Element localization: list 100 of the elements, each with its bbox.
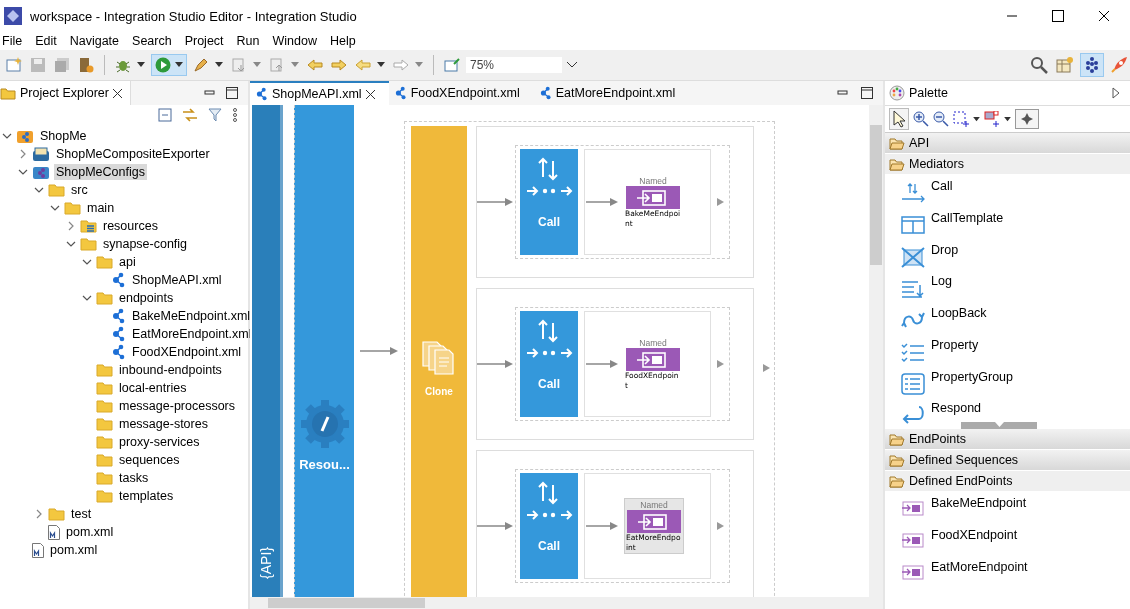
editor-tab[interactable]: EatMoreEndpoint.xml [533,81,690,105]
tree-item[interactable]: inbound-endpoints [117,362,224,378]
tree-item[interactable]: BakeMeEndpoint.xml [130,308,253,324]
pen-icon[interactable] [193,57,209,73]
rocket-icon[interactable] [1110,56,1128,74]
palette-drawer[interactable]: API [885,133,1130,154]
marquee-icon[interactable] [953,111,969,127]
perspective-button[interactable] [1080,53,1104,77]
close-icon[interactable] [112,88,122,98]
tree-item[interactable]: pom.xml [48,542,100,558]
palette-item[interactable]: Call [885,175,1130,207]
menu-item[interactable]: Help [327,34,363,48]
chevron-down-icon[interactable] [82,257,92,267]
pin-button[interactable] [1015,109,1039,129]
chevron-down-icon[interactable] [2,131,12,141]
zoom-field[interactable]: 75% [466,57,562,73]
chevron-down-icon[interactable] [50,203,60,213]
window-pin-icon[interactable] [444,57,460,73]
caret-icon[interactable] [377,62,385,68]
chevron-right-icon[interactable] [18,149,28,159]
tree-item[interactable]: local-entries [117,380,189,396]
run-button[interactable] [151,54,187,76]
maven-file-icon [48,524,60,540]
zoom-in-icon[interactable] [913,111,929,127]
tree-item[interactable]: tasks [117,470,151,486]
tree-item[interactable]: pom.xml [64,524,116,540]
menu-item[interactable]: Project [182,34,231,48]
maximize-icon[interactable] [1052,10,1064,22]
horizontal-scrollbar[interactable] [250,597,883,609]
palette-item[interactable]: Log [885,270,1130,302]
caret-icon[interactable] [1004,116,1011,122]
chevron-down-icon[interactable] [34,185,44,195]
view-tab[interactable]: Project Explorer [0,81,131,105]
chevron-down-icon[interactable] [566,61,578,69]
close-icon[interactable] [365,89,375,99]
tree-item[interactable]: FoodXEndpoint.xml [130,344,244,360]
palette-icon [889,85,905,101]
tree-item[interactable]: sequences [117,452,182,468]
palette-drawer[interactable]: Mediators [885,154,1130,175]
api-bar[interactable]: {API} [252,105,283,597]
caret-icon[interactable] [137,62,145,68]
menu-item[interactable]: Window [270,34,324,48]
caret-icon[interactable] [215,62,223,68]
tree-item[interactable]: message-processors [117,398,237,414]
tree-item[interactable]: main [85,200,117,216]
tree-item[interactable]: ShopMeCompositeExporter [54,146,212,162]
editor-tab[interactable]: ShopMeAPI.xml [250,81,389,105]
tree-item[interactable]: proxy-services [117,434,202,450]
tree-item[interactable]: ShopMeConfigs [54,164,147,180]
menu-item[interactable]: File [0,34,30,48]
palette-item[interactable]: EatMoreEndpoint [885,556,1130,588]
palette-item[interactable]: CallTemplate [885,206,1130,239]
more-vertical-icon[interactable] [232,108,238,122]
pointer-icon[interactable] [889,108,909,130]
close-icon[interactable] [1098,10,1110,22]
palette-drawer[interactable]: Defined Sequences [885,450,1130,471]
menu-item[interactable]: Search [130,34,179,48]
tree-item[interactable]: EatMoreEndpoint.xml [130,326,254,342]
palette-item[interactable]: LoopBack [885,302,1130,334]
chevron-down-icon[interactable] [82,293,92,303]
palette-drawer[interactable]: EndPoints [885,429,1130,450]
palette-item[interactable]: Property [885,333,1130,366]
palette-item[interactable]: BakeMeEndpoint [885,492,1130,524]
zoom-out-icon[interactable] [933,111,949,127]
maximize-icon[interactable] [226,87,238,99]
palette-item[interactable]: Drop [885,238,1130,271]
chevron-down-icon[interactable] [66,239,76,249]
tree-item[interactable]: endpoints [117,290,176,306]
tree-item[interactable]: resources [101,218,160,234]
tree-item[interactable]: templates [117,488,176,504]
caret-icon[interactable] [973,116,980,122]
tree-item[interactable]: test [69,506,94,522]
tree-item[interactable]: src [69,182,90,198]
tree-item[interactable]: ShopMeAPI.xml [130,272,224,288]
vertical-scrollbar[interactable] [869,105,883,597]
menu-item[interactable]: Edit [33,34,64,48]
folder-icon [96,381,113,395]
palette-item[interactable]: Respond [885,397,1130,429]
link-arrows-icon[interactable] [182,108,198,122]
tree-item[interactable]: synapse-config [101,236,190,252]
chevron-right-icon[interactable] [34,509,44,519]
collapse-arrow-icon[interactable] [1112,87,1120,99]
tree-item[interactable]: api [117,254,138,270]
menu-item[interactable]: Run [234,34,267,48]
menu-item[interactable]: Navigate [67,34,127,48]
filter-icon[interactable] [208,108,222,122]
palette-item[interactable]: FoodXEndpoint [885,524,1130,556]
maximize-icon[interactable] [861,87,873,99]
chevron-down-icon[interactable] [18,167,28,177]
search-icon[interactable] [1030,56,1048,74]
chevron-right-icon[interactable] [66,221,76,231]
connection-tool-icon[interactable] [984,111,1000,127]
tree-item[interactable]: ShopMe [38,128,89,144]
folder-icon [96,471,113,485]
editor-tab[interactable]: FoodXEndpoint.xml [388,81,534,105]
palette-drawer[interactable]: Defined EndPoints [885,471,1130,492]
server-icon[interactable] [78,57,94,73]
palette-item[interactable]: PropertyGroup [885,365,1130,398]
open-perspective-icon[interactable] [1056,56,1074,74]
tree-item[interactable]: message-stores [117,416,210,432]
